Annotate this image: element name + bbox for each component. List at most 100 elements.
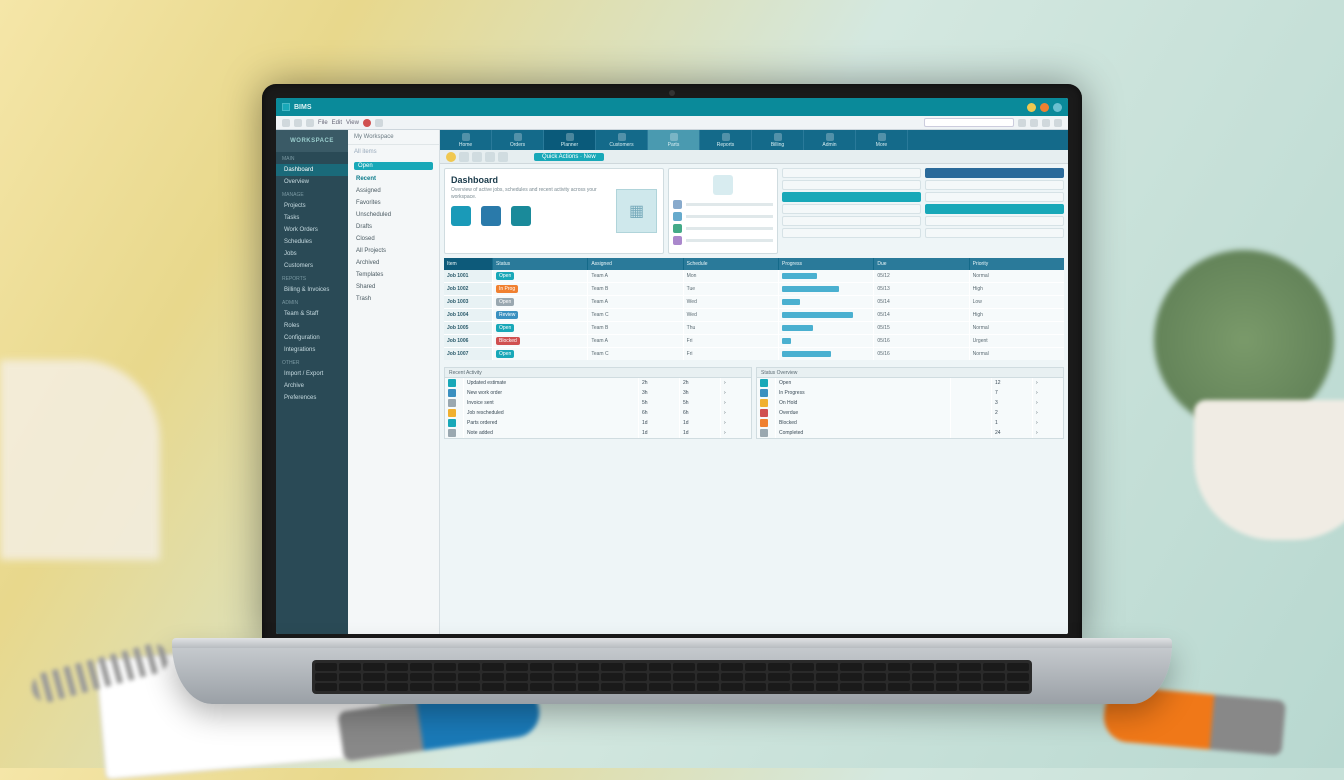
list-item[interactable]: Open12› xyxy=(757,378,1063,388)
help-icon[interactable] xyxy=(1030,119,1038,127)
subnav-item[interactable]: All Projects xyxy=(348,245,439,257)
list-item[interactable]: Updated estimate2h2h› xyxy=(445,378,751,388)
list-item[interactable]: Completed24› xyxy=(757,428,1063,438)
table-row[interactable]: Job 1007OpenTeam CFri05/16Normal xyxy=(444,348,1064,360)
subnav-item[interactable]: Favorites xyxy=(348,197,439,209)
subnav-item[interactable]: Trash xyxy=(348,293,439,305)
subnav-item[interactable]: Closed xyxy=(348,233,439,245)
widget-row[interactable] xyxy=(925,216,1064,226)
module-tab[interactable]: Customers xyxy=(596,130,648,150)
module-tab[interactable]: Reports xyxy=(700,130,752,150)
nav-item[interactable]: Work Orders xyxy=(276,224,348,236)
column-header[interactable]: Priority xyxy=(970,258,1064,270)
subnav-item[interactable]: Templates xyxy=(348,269,439,281)
list-item[interactable]: Overdue2› xyxy=(757,408,1063,418)
widget-row[interactable] xyxy=(925,168,1064,178)
tool-icon[interactable] xyxy=(485,152,495,162)
nav-item[interactable]: Archive xyxy=(276,380,348,392)
list-item[interactable]: Note added1d1d› xyxy=(445,428,751,438)
forward-icon[interactable] xyxy=(294,119,302,127)
table-row[interactable]: Job 1006BlockedTeam AFri05/16Urgent xyxy=(444,335,1064,347)
list-item[interactable]: In Progress7› xyxy=(757,388,1063,398)
star-icon[interactable] xyxy=(446,152,456,162)
list-item[interactable]: New work order3h3h› xyxy=(445,388,751,398)
module-icon[interactable] xyxy=(511,206,531,226)
menu-item[interactable]: Edit xyxy=(332,120,342,126)
column-header[interactable]: Due xyxy=(874,258,968,270)
menu-item[interactable]: View xyxy=(346,120,359,126)
widget-row[interactable] xyxy=(782,180,921,190)
widget-row[interactable] xyxy=(925,228,1064,238)
list-item[interactable]: Job rescheduled6h6h› xyxy=(445,408,751,418)
column-header[interactable]: Status xyxy=(493,258,587,270)
subnav-item[interactable]: Unscheduled xyxy=(348,209,439,221)
subnav-filters[interactable]: All items xyxy=(348,145,439,159)
subnav-item[interactable]: Shared xyxy=(348,281,439,293)
action-cell[interactable]: › xyxy=(721,428,751,438)
module-tab[interactable]: Orders xyxy=(492,130,544,150)
brand-logo[interactable]: WORKSPACE xyxy=(276,130,348,152)
nav-item[interactable]: Team & Staff xyxy=(276,308,348,320)
widget-row[interactable] xyxy=(782,216,921,226)
subnav-item[interactable]: Recent xyxy=(348,173,439,185)
module-tab[interactable]: Parts xyxy=(648,130,700,150)
action-cell[interactable]: › xyxy=(1033,408,1063,418)
nav-item[interactable]: Tasks xyxy=(276,212,348,224)
address-bar[interactable] xyxy=(924,118,1014,127)
widget-row[interactable] xyxy=(782,204,921,214)
back-icon[interactable] xyxy=(282,119,290,127)
tool-icon[interactable] xyxy=(498,152,508,162)
nav-item[interactable]: Overview xyxy=(276,176,348,188)
home-icon[interactable] xyxy=(375,119,383,127)
action-cell[interactable]: › xyxy=(721,388,751,398)
action-cell[interactable]: › xyxy=(1033,398,1063,408)
nav-item[interactable]: Jobs xyxy=(276,248,348,260)
table-row[interactable]: Job 1003OpenTeam AWed05/14Low xyxy=(444,296,1064,308)
subnav-tag[interactable]: Open xyxy=(354,162,433,170)
tool-icon[interactable] xyxy=(459,152,469,162)
action-cell[interactable]: › xyxy=(721,418,751,428)
widget-row[interactable] xyxy=(925,180,1064,190)
subnav-item[interactable]: Drafts xyxy=(348,221,439,233)
module-icon[interactable] xyxy=(481,206,501,226)
grid-icon[interactable] xyxy=(1042,119,1050,127)
list-item[interactable]: Parts ordered1d1d› xyxy=(445,418,751,428)
module-tab[interactable]: Billing xyxy=(752,130,804,150)
action-cell[interactable]: › xyxy=(1033,388,1063,398)
widget-row[interactable] xyxy=(782,228,921,238)
quick-action-button[interactable]: Quick Actions · New xyxy=(534,153,604,161)
nav-item[interactable]: Schedules xyxy=(276,236,348,248)
widget-row[interactable] xyxy=(925,192,1064,202)
list-item[interactable]: Blocked1› xyxy=(757,418,1063,428)
tool-icon[interactable] xyxy=(472,152,482,162)
subnav-item[interactable]: Assigned xyxy=(348,185,439,197)
nav-item[interactable]: Roles xyxy=(276,320,348,332)
nav-item[interactable]: Customers xyxy=(276,260,348,272)
widget-row[interactable] xyxy=(782,168,921,178)
action-cell[interactable]: › xyxy=(1033,418,1063,428)
subnav-item[interactable]: Archived xyxy=(348,257,439,269)
table-row[interactable]: Job 1004ReviewTeam CWed05/14High xyxy=(444,309,1064,321)
widget-row[interactable] xyxy=(782,192,921,202)
module-icon[interactable] xyxy=(451,206,471,226)
column-header[interactable]: Progress xyxy=(779,258,873,270)
menu-item[interactable]: File xyxy=(318,120,328,126)
module-tab[interactable]: Planner xyxy=(544,130,596,150)
widget-row[interactable] xyxy=(925,204,1064,214)
module-tab[interactable]: More xyxy=(856,130,908,150)
nav-item[interactable]: Projects xyxy=(276,200,348,212)
nav-item[interactable]: Dashboard xyxy=(276,164,348,176)
user-icon[interactable] xyxy=(1054,119,1062,127)
settings-icon[interactable] xyxy=(1018,119,1026,127)
stop-icon[interactable] xyxy=(363,119,371,127)
nav-item[interactable]: Configuration xyxy=(276,332,348,344)
nav-item[interactable]: Preferences xyxy=(276,392,348,404)
module-tab[interactable]: Admin xyxy=(804,130,856,150)
action-cell[interactable]: › xyxy=(1033,428,1063,438)
list-item[interactable]: On Hold3› xyxy=(757,398,1063,408)
nav-item[interactable]: Billing & Invoices xyxy=(276,284,348,296)
module-tab[interactable]: Home xyxy=(440,130,492,150)
table-row[interactable]: Job 1005OpenTeam BThu05/15Normal xyxy=(444,322,1064,334)
action-cell[interactable]: › xyxy=(1033,378,1063,388)
action-cell[interactable]: › xyxy=(721,398,751,408)
